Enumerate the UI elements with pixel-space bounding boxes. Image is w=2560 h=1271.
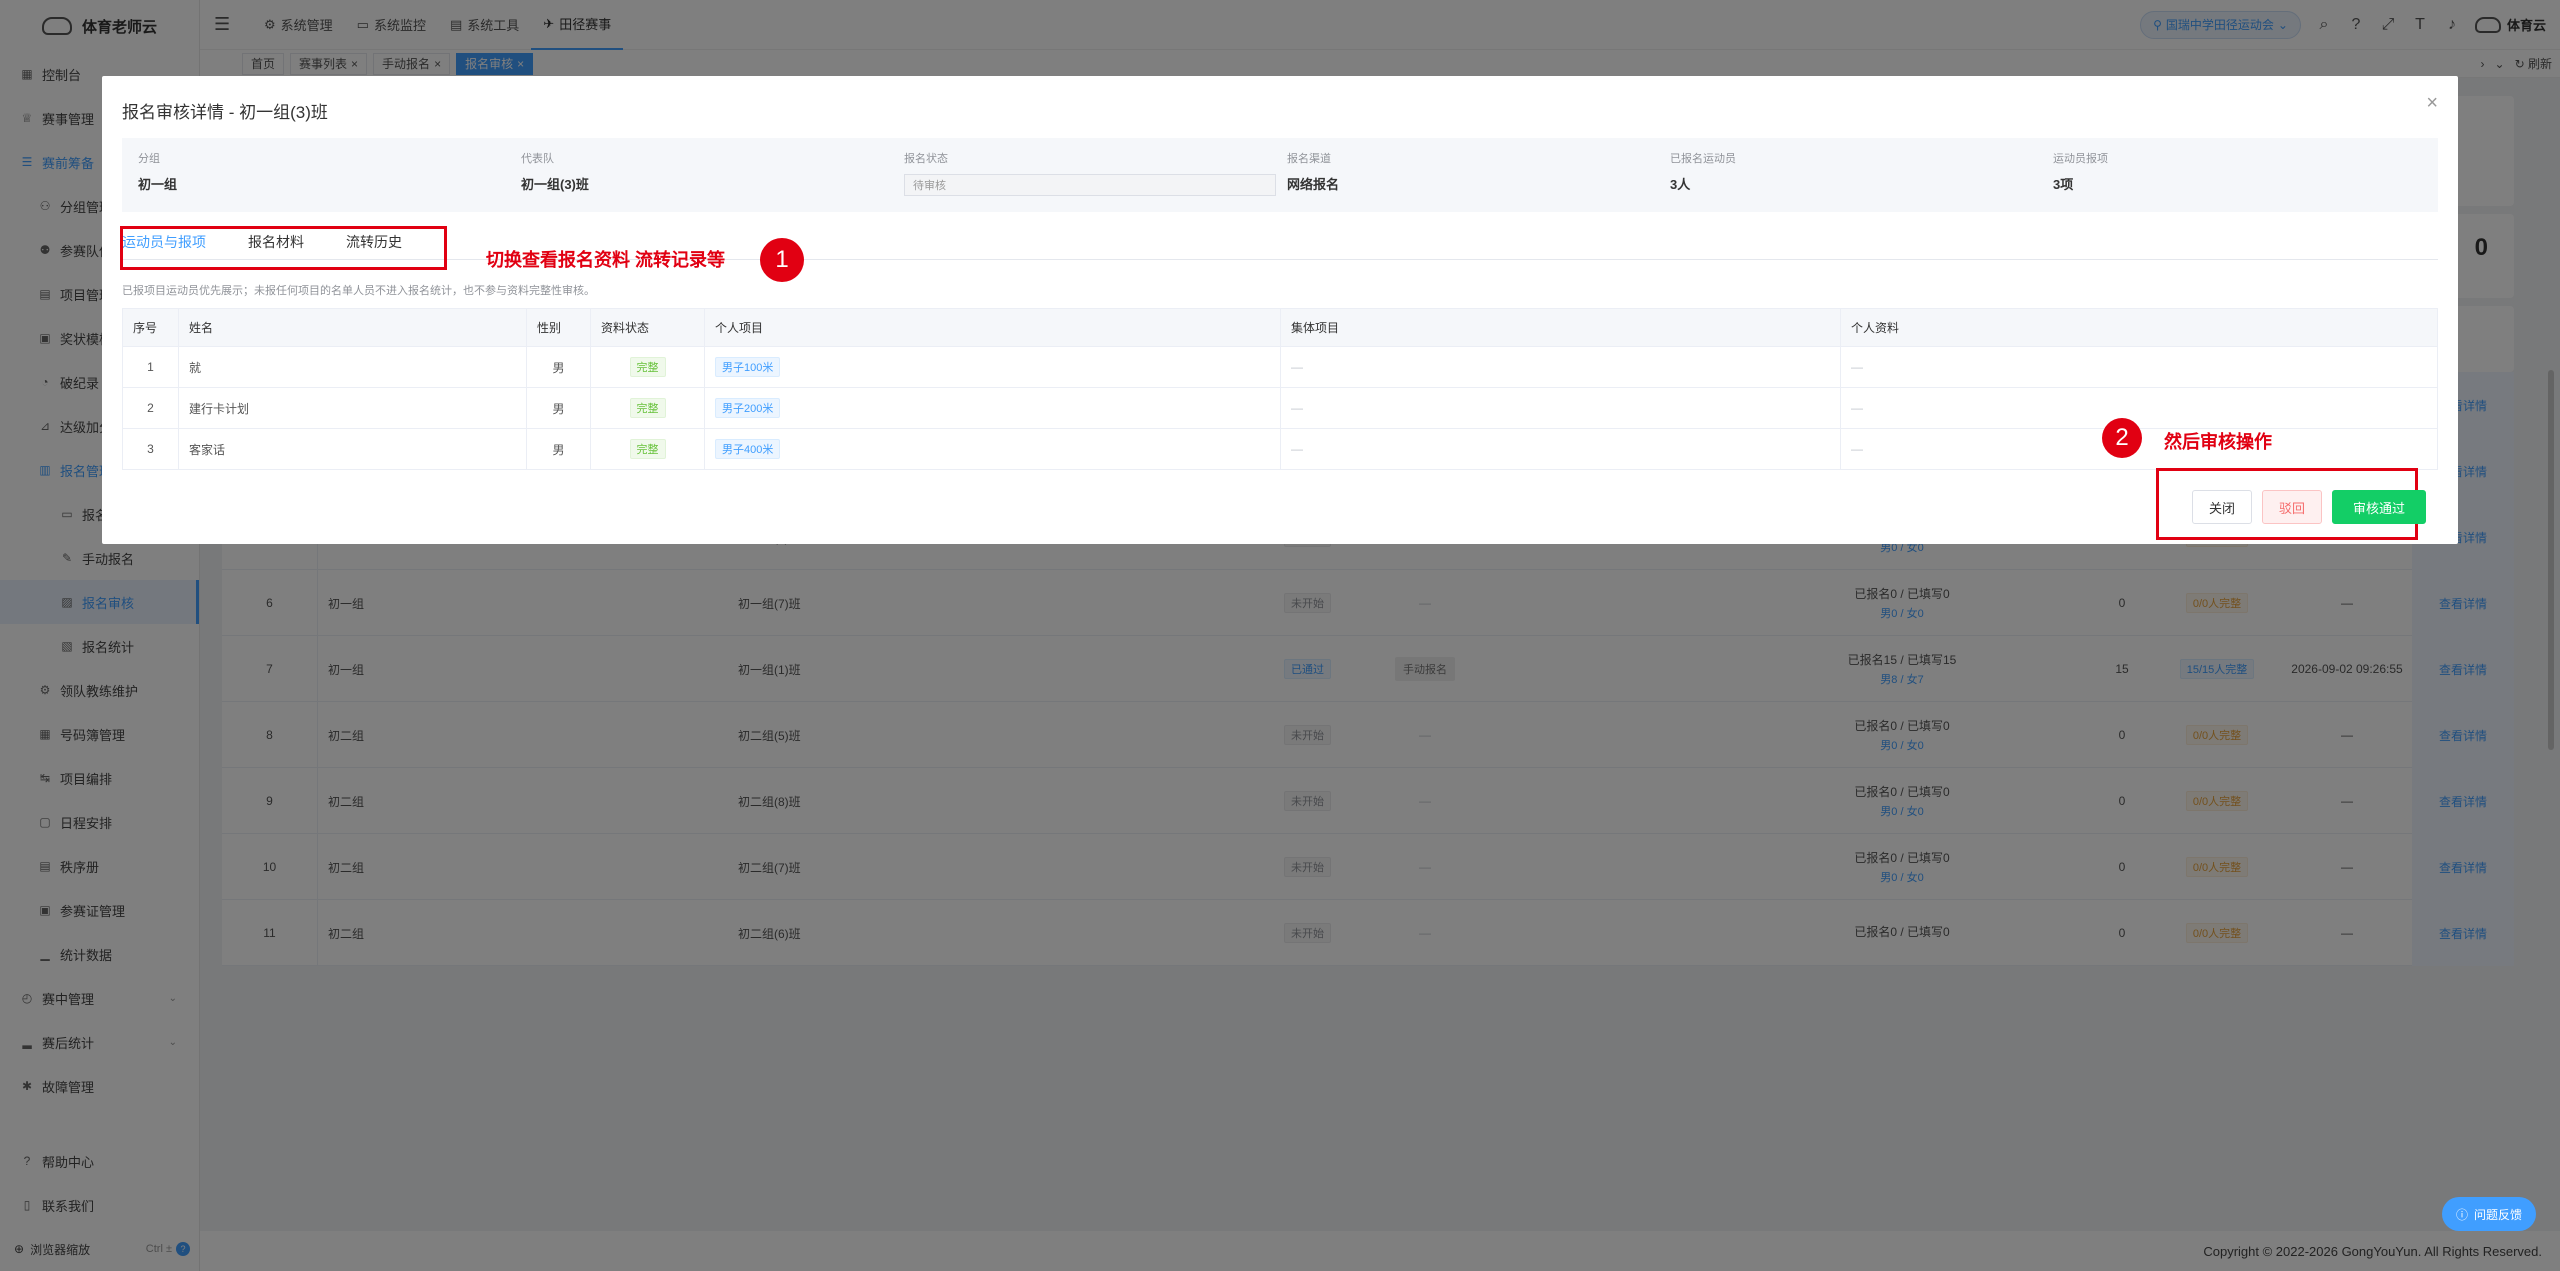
info-team: 代表队 初一组(3)班 <box>521 153 589 192</box>
cell-gender: 男 <box>526 387 591 429</box>
cell-name: 就 <box>178 346 527 388</box>
dialog-hint: 已报项目运动员优先展示；未报任何项目的名单人员不进入报名统计，也不参与资料完整性… <box>122 285 595 297</box>
cell-team-event: — <box>1280 387 1841 429</box>
annotation-text-1: 切换查看报名资料 流转记录等 <box>486 250 725 270</box>
feedback-icon: ⓘ <box>2455 1207 2468 1222</box>
dialog-title: 报名审核详情 - 初一组(3)班 <box>122 103 328 122</box>
cell-gender: 男 <box>526 428 591 470</box>
cell-doc: — <box>1840 346 2438 388</box>
dialog-tabs: 运动员与报项 报名材料 流转历史 <box>122 224 2438 260</box>
cell-no: 1 <box>122 346 179 388</box>
info-entries: 运动员报项 3项 <box>2053 153 2108 192</box>
cell-team-event: — <box>1280 428 1841 470</box>
status-badge: 完整 <box>629 357 666 377</box>
annotation-text-2: 然后审核操作 <box>2164 432 2272 452</box>
athlete-row: 2 建行卡计划男 完整 男子200米 — — <box>122 387 2438 429</box>
col-doc: 个人资料 <box>1840 308 2438 347</box>
col-event: 个人项目 <box>704 308 1281 347</box>
close-button[interactable]: 关闭 <box>2191 490 2252 524</box>
event-tag: 男子200米 <box>715 398 781 418</box>
cell-event: 男子100米 <box>704 346 1281 388</box>
cell-status: 完整 <box>590 428 705 470</box>
info-status: 报名状态 待审核 <box>888 138 1276 212</box>
annotation-box-tabs <box>120 226 447 270</box>
close-icon[interactable]: × <box>2426 92 2438 115</box>
col-team-event: 集体项目 <box>1280 308 1841 347</box>
annotation-badge-2: 2 <box>2102 418 2142 458</box>
cell-event: 男子200米 <box>704 387 1281 429</box>
cell-gender: 男 <box>526 346 591 388</box>
event-tag: 男子100米 <box>715 357 781 377</box>
info-channel: 报名渠道 网络报名 <box>1287 153 1340 192</box>
cell-event: 男子400米 <box>704 428 1281 470</box>
col-no: 序号 <box>122 308 179 347</box>
cell-team-event: — <box>1280 346 1841 388</box>
athlete-row: 1 就男 完整 男子100米 — — <box>122 346 2438 388</box>
athletes-table: 序号 姓名 性别 资料状态 个人项目 集体项目 个人资料 1 就男完整 男子100米… <box>122 308 2438 470</box>
col-gender: 性别 <box>526 308 591 347</box>
feedback-button[interactable]: ⓘ 问题反馈 <box>2441 1197 2536 1231</box>
status-badge: 完整 <box>629 398 666 418</box>
cell-no: 3 <box>122 428 179 470</box>
cell-name: 客家话 <box>178 428 527 470</box>
info-group: 分组 初一组 <box>138 153 178 192</box>
approve-button[interactable]: 审核通过 <box>2331 490 2426 524</box>
annotation-badge-1: 1 <box>760 238 804 282</box>
col-status: 资料状态 <box>590 308 705 347</box>
dialog-actions: 关闭 驳回 审核通过 <box>2191 490 2426 524</box>
status-badge: 完整 <box>629 439 666 459</box>
reject-button[interactable]: 驳回 <box>2261 490 2322 524</box>
cell-status: 完整 <box>590 346 705 388</box>
athlete-row: 3 客家话男完整 男子400米 — — <box>122 428 2438 470</box>
cell-status: 完整 <box>590 387 705 429</box>
cell-doc: — <box>1840 387 2438 429</box>
cell-name: 建行卡计划 <box>178 387 527 429</box>
info-athletes: 已报名运动员 3人 <box>1670 153 1736 192</box>
status-badge: 待审核 <box>904 174 1276 196</box>
col-name: 姓名 <box>178 308 527 347</box>
event-tag: 男子400米 <box>715 439 781 459</box>
audit-detail-dialog: 报名审核详情 - 初一组(3)班 × 分组 初一组 代表队 初一组(3)班 报名状态… <box>102 76 2458 544</box>
info-panel: 分组 初一组 代表队 初一组(3)班 报名状态 待审核 报名渠道 网络报名 已报名运动员… <box>122 138 2438 212</box>
cell-no: 2 <box>122 387 179 429</box>
